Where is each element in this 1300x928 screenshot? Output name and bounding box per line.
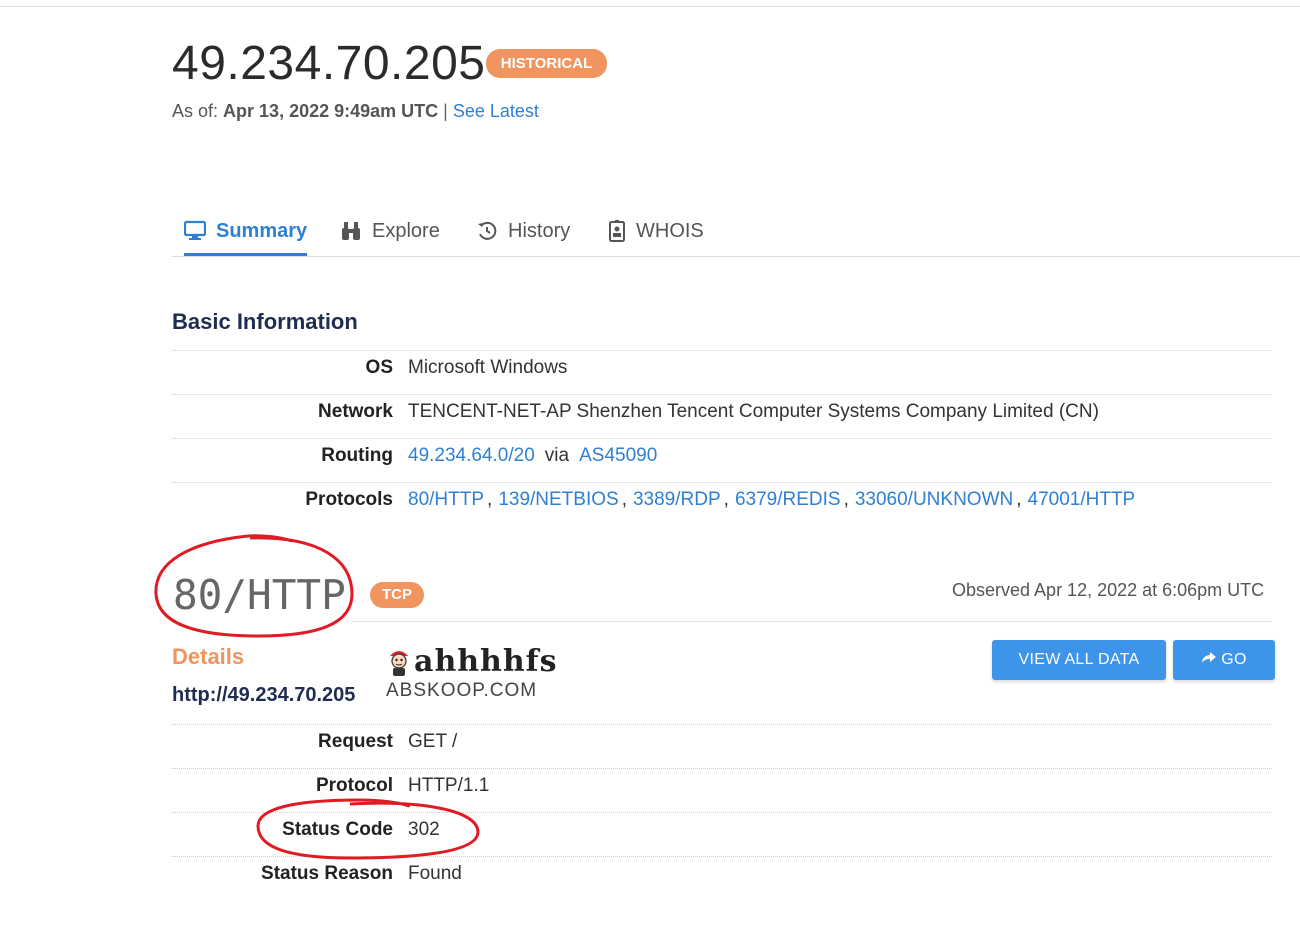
service-divider — [352, 621, 1272, 622]
tab-history[interactable]: History — [476, 214, 570, 256]
id-card-icon — [608, 220, 626, 248]
row-status-code: Status Code 302 — [172, 812, 1272, 857]
protocol-link[interactable]: 47001/HTTP — [1028, 489, 1136, 510]
as-of-label: As of: — [172, 101, 219, 121]
top-divider — [0, 6, 1300, 7]
mascot-icon — [390, 651, 408, 676]
status-reason-value: Found — [408, 863, 462, 884]
protocol-link[interactable]: 80/HTTP — [408, 489, 484, 510]
os-value: Microsoft Windows — [408, 357, 568, 378]
network-link[interactable]: TENCENT-NET-AP Shenzhen Tencent Computer… — [408, 401, 1099, 423]
protocols-list: 80/HTTP, 139/NETBIOS, 3389/RDP, 6379/REDIS,… — [408, 489, 1136, 510]
see-latest-link[interactable]: See Latest — [453, 101, 539, 121]
row-protocols: Protocols 80/HTTP, 139/NETBIOS, 3389/RDP, 6… — [172, 482, 1272, 527]
watermark-text: ahhhhfs — [414, 644, 558, 679]
tab-summary-label: Summary — [216, 220, 308, 242]
row-protocol: Protocol HTTP/1.1 — [172, 768, 1272, 813]
tab-history-label: History — [508, 220, 571, 242]
as-of-separator: | — [443, 101, 448, 121]
routing-via: via — [544, 445, 570, 466]
row-status-reason: Status Reason Found — [172, 856, 1272, 901]
protocol-link[interactable]: 3389/RDP — [633, 489, 721, 510]
routing-label: Routing — [321, 445, 393, 466]
row-request: Request GET / — [172, 724, 1272, 769]
status-code-value: 302 — [408, 819, 440, 840]
protocol-link[interactable]: 33060/UNKNOWN — [855, 489, 1013, 510]
row-network: Network TENCENT-NET-AP Shenzhen Tencent … — [172, 394, 1272, 439]
tab-explore-label: Explore — [372, 220, 440, 242]
tab-explore[interactable]: Explore — [340, 214, 440, 256]
row-os: OS Microsoft Windows — [172, 350, 1272, 395]
os-label: OS — [365, 357, 393, 378]
tab-whois[interactable]: WHOIS — [608, 214, 704, 256]
protocol-link[interactable]: 6379/REDIS — [735, 489, 841, 510]
tab-summary[interactable]: Summary — [183, 214, 308, 256]
routing-as-link[interactable]: AS45090 — [579, 445, 657, 466]
row-routing: Routing 49.234.64.0/20 via AS45090 — [172, 438, 1272, 483]
service-url: http://49.234.70.205 — [172, 684, 356, 706]
page-title: 49.234.70.205 — [172, 37, 486, 90]
service-port-title: 80/HTTP — [173, 571, 346, 619]
observed-timestamp: Observed Apr 12, 2022 at 6:06pm UTC — [952, 580, 1265, 600]
protocol-link[interactable]: 139/NETBIOS — [498, 489, 618, 510]
history-icon — [476, 220, 498, 248]
share-arrow-icon — [1202, 652, 1217, 663]
routing-value: 49.234.64.0/20 via AS45090 — [408, 445, 657, 467]
request-value: GET / — [408, 731, 458, 752]
protocol-label: Protocol — [315, 775, 393, 796]
transport-badge: TCP — [370, 582, 424, 608]
request-label: Request — [318, 731, 393, 752]
go-button[interactable]: GO — [1173, 640, 1275, 680]
go-label: GO — [1221, 651, 1247, 668]
as-of-date: Apr 13, 2022 9:49am UTC — [223, 101, 439, 121]
tab-bar: Summary Explore History WHOIS — [172, 214, 1300, 257]
protocols-label: Protocols — [305, 489, 393, 510]
as-of-line: As of: Apr 13, 2022 9:49am UTC | See Lat… — [172, 100, 539, 122]
tab-whois-label: WHOIS — [636, 220, 704, 242]
historical-badge: HISTORICAL — [486, 49, 607, 78]
status-code-label: Status Code — [282, 819, 393, 840]
network-label: Network — [318, 401, 393, 422]
binoculars-icon — [340, 220, 362, 248]
status-reason-label: Status Reason — [261, 863, 393, 884]
watermark-domain: ABSKOOP.COM — [386, 680, 538, 701]
details-heading: Details — [172, 644, 245, 669]
monitor-icon — [183, 220, 207, 246]
basic-info-heading: Basic Information — [172, 309, 358, 334]
view-all-data-button[interactable]: VIEW ALL DATA — [992, 640, 1166, 680]
protocol-value: HTTP/1.1 — [408, 775, 490, 796]
routing-prefix-link[interactable]: 49.234.64.0/20 — [408, 445, 535, 466]
